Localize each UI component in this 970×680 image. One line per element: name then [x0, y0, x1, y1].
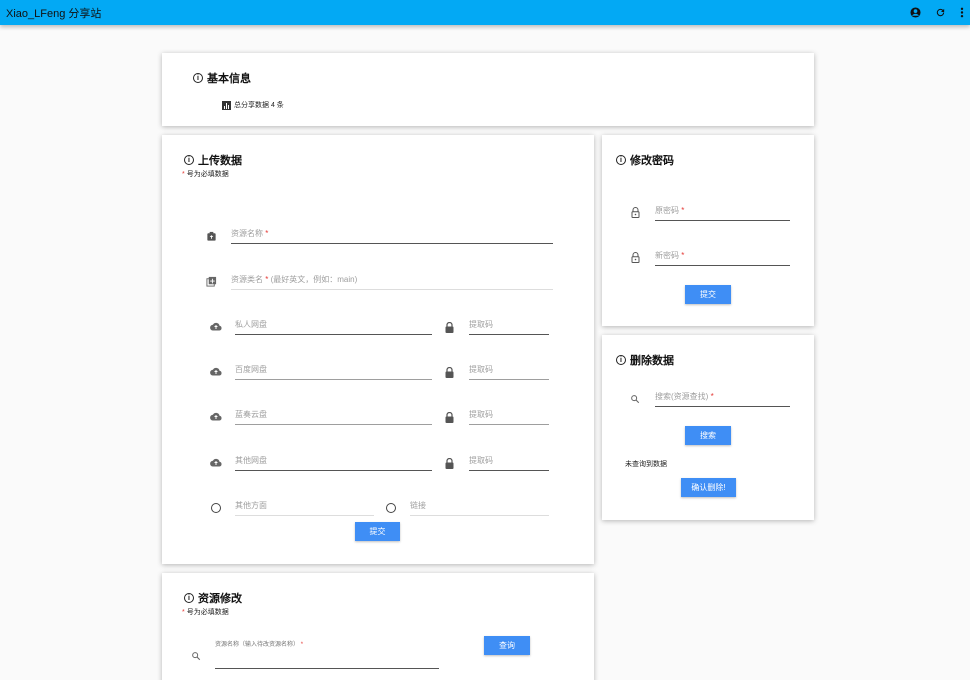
password-card: i 修改密码 原密码 * 新密码 * 提交: [602, 135, 814, 326]
password-title: i 修改密码: [616, 152, 674, 168]
required-note: * 号为必填数据: [182, 171, 229, 178]
lock-icon: [445, 367, 454, 378]
delete-card: i 删除数据 搜索(资源查找) * 搜索 未查询到数据 确认删除!: [602, 335, 814, 520]
delete-search-field[interactable]: 搜索(资源查找) *: [655, 391, 790, 407]
other-method-radio[interactable]: [211, 503, 221, 513]
other-code-field[interactable]: 提取码: [469, 455, 549, 471]
lock-icon: [445, 458, 454, 469]
basic-info-title: i 基本信息: [193, 70, 251, 86]
account-icon[interactable]: [910, 7, 921, 18]
baidu-code-field[interactable]: 提取码: [469, 364, 549, 380]
baidu-disk-field[interactable]: 百度网盘: [235, 364, 432, 380]
old-password-field[interactable]: 原密码 *: [655, 205, 790, 221]
basic-info-card: i 基本信息 总分享数据 4 条: [162, 53, 814, 126]
other-method-field[interactable]: 其他方面: [235, 500, 374, 516]
bar-chart-icon: [222, 100, 231, 110]
info-icon: i: [193, 73, 203, 83]
refresh-icon[interactable]: [935, 7, 946, 18]
cloud-upload-icon: [210, 412, 222, 421]
modify-title: i 资源修改: [184, 590, 242, 606]
lanzou-disk-field[interactable]: 蓝奏云盘: [235, 409, 432, 425]
link-radio[interactable]: [386, 503, 396, 513]
other-disk-field[interactable]: 其他网盘: [235, 455, 432, 471]
lock-icon: [445, 322, 454, 333]
info-icon: i: [184, 593, 194, 603]
upload-title: i 上传数据: [184, 152, 242, 168]
modify-card: i 资源修改 * 号为必填数据 资源名称（输入待改资源名称） * 查询: [162, 573, 594, 680]
share-count-stat: 总分享数据 4 条: [222, 100, 284, 110]
library-add-icon: [206, 276, 217, 287]
resource-category-field[interactable]: 资源类名 * (最好英文，例如：main): [231, 274, 553, 290]
modify-search-field[interactable]: [215, 653, 439, 669]
info-icon: i: [616, 155, 626, 165]
upload-icon: [206, 231, 217, 242]
new-password-field[interactable]: 新密码 *: [655, 250, 790, 266]
link-field[interactable]: 链接: [410, 500, 549, 516]
cloud-upload-icon: [210, 367, 222, 376]
confirm-delete-button[interactable]: 确认删除!: [681, 478, 736, 497]
password-submit-button[interactable]: 提交: [685, 285, 731, 304]
upload-submit-button[interactable]: 提交: [355, 522, 400, 541]
private-disk-field[interactable]: 私人网盘: [235, 319, 432, 335]
modify-search-label: 资源名称（输入待改资源名称） *: [215, 642, 304, 648]
cloud-upload-icon: [210, 322, 222, 331]
search-icon: [191, 651, 201, 661]
private-disk-code-field[interactable]: 提取码: [469, 319, 549, 335]
upload-card: i 上传数据 * 号为必填数据 资源名称 * 资源类名 * (最好英文，例如：ma…: [162, 135, 594, 564]
info-icon: i: [184, 155, 194, 165]
lock-icon: [445, 412, 454, 423]
delete-title: i 删除数据: [616, 352, 674, 368]
app-bar: Xiao_LFeng 分享站: [0, 0, 970, 25]
no-data-text: 未查询到数据: [625, 461, 667, 468]
lanzou-code-field[interactable]: 提取码: [469, 409, 549, 425]
cloud-upload-icon: [210, 458, 222, 467]
search-icon: [630, 394, 640, 404]
app-title[interactable]: Xiao_LFeng 分享站: [6, 5, 910, 21]
resource-name-field[interactable]: 资源名称 *: [231, 228, 553, 244]
lock-outline-icon: [631, 252, 640, 263]
more-vert-icon[interactable]: [960, 7, 964, 18]
modify-query-button[interactable]: 查询: [484, 636, 530, 655]
lock-outline-icon: [631, 207, 640, 218]
delete-search-button[interactable]: 搜索: [685, 426, 731, 445]
required-note: * 号为必填数据: [182, 609, 229, 616]
info-icon: i: [616, 355, 626, 365]
